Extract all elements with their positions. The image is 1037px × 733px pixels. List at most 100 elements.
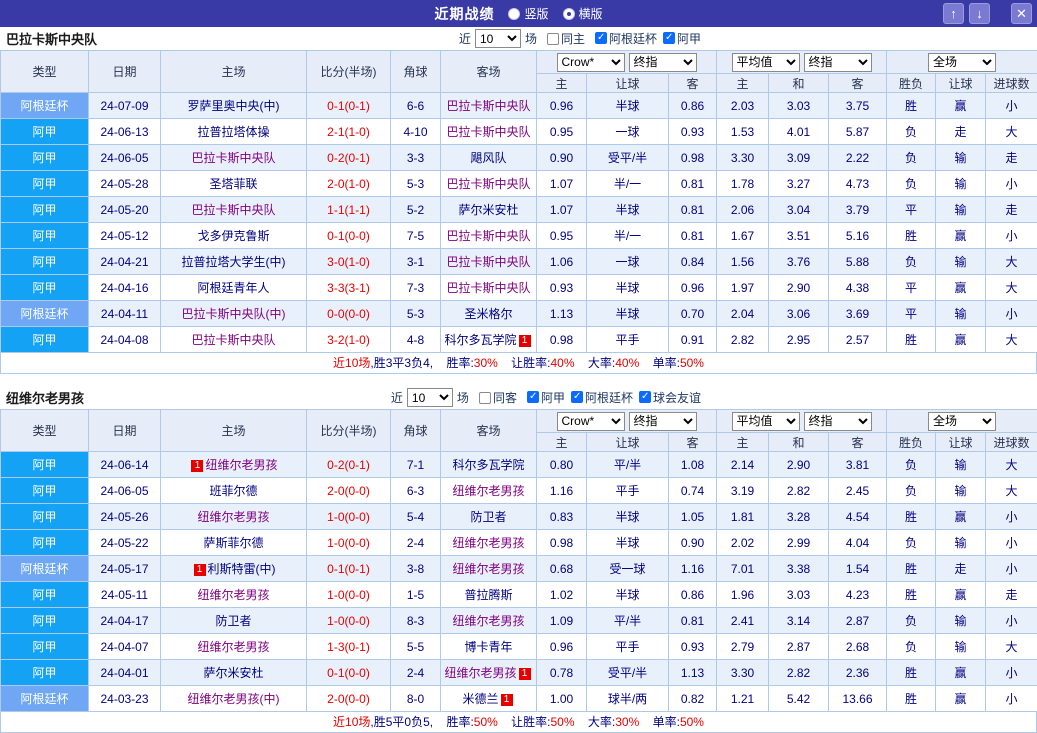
recent-count-select[interactable]: 10 [407,388,453,407]
bookmaker-select[interactable]: Crow* [557,412,625,431]
avg-away-odds: 2.45 [829,478,887,504]
recent-count-select[interactable]: 10 [475,29,521,48]
avg-away-odds: 4.54 [829,504,887,530]
match-row: 阿甲24-04-16阿根廷青年人3-3(3-1)7-3巴拉卡斯中央队0.93半球… [1,275,1037,301]
goals-result: 小 [986,686,1037,712]
league-filters: 阿甲阿根廷杯球会友谊 [521,389,701,407]
fulltime-result: 负 [887,478,936,504]
bookmaker-select[interactable]: Crow* [557,53,625,72]
match-row: 阿甲24-05-20巴拉卡斯中央队1-1(1-1)5-2萨尔米安杜1.07半球0… [1,197,1037,223]
team-section-away: 纽维尔老男孩 近 10 场 同客 阿甲阿根廷杯球会友谊 [0,386,1037,733]
away-team-name: 巴拉卡斯中央队 [446,281,530,295]
league-filter[interactable]: 阿甲 [527,389,565,406]
fulltime-result: 平 [887,301,936,327]
col-corner: 角球 [391,410,441,452]
handicap-odds-time-select[interactable]: 终指 [629,53,697,72]
away-team-cell: 巴拉卡斯中央队 [441,249,537,275]
handicap-home-odds: 1.07 [537,171,587,197]
competition-badge: 阿根廷杯 [1,556,89,582]
corner-count: 4-8 [391,327,441,353]
handicap-away-odds: 0.96 [669,275,717,301]
handicap-away-odds: 0.74 [669,478,717,504]
same-venue-label: 同客 [493,389,517,406]
match-score: 1-0(0-0) [307,608,391,634]
same-venue-filter[interactable]: 同主 [547,30,585,47]
league-filter[interactable]: 阿根廷杯 [595,30,657,47]
result-scope-select[interactable]: 全场 [928,412,996,431]
goals-result: 走 [986,197,1037,223]
away-team-name: 巴拉卡斯中央队 [446,99,530,113]
col-handicap-away: 客 [669,74,717,93]
away-team-cell: 纽维尔老男孩 [441,608,537,634]
average-odds-source-select[interactable]: 平均值 [732,412,800,431]
checkbox-icon [571,391,583,403]
handicap-line: 一球 [587,249,669,275]
col-result: 胜负 [887,74,936,93]
average-odds-source-select[interactable]: 平均值 [732,53,800,72]
league-filter[interactable]: 阿甲 [663,30,701,47]
topbar: 近期战绩 竖版 横版 ↑ ↓ ✕ [0,0,1037,27]
league-filter[interactable]: 球会友谊 [639,389,701,406]
radio-label-horizontal: 横版 [579,5,603,22]
close-button[interactable]: ✕ [1011,3,1032,24]
goals-result: 小 [986,660,1037,686]
layout-option-horizontal[interactable]: 横版 [563,5,603,22]
avg-away-odds: 3.81 [829,452,887,478]
avg-draw-odds: 3.51 [769,223,829,249]
stat-label: 大率: [588,715,615,729]
result-scope-select[interactable]: 全场 [928,53,996,72]
away-team-name: 纽维尔老男孩 [452,536,524,550]
league-filter[interactable]: 阿根廷杯 [571,389,633,406]
avg-home-odds: 2.04 [717,301,769,327]
away-team-cell: 巴拉卡斯中央队 [441,275,537,301]
same-venue-filter[interactable]: 同客 [479,389,517,406]
handicap-home-odds: 1.09 [537,608,587,634]
home-team-name: 纽维尔老男孩(中) [188,692,280,706]
away-team-name: 米德兰 [462,692,498,706]
team-section-home: 巴拉卡斯中央队 近 10 场 同主 阿根廷杯阿甲 类型 [0,27,1037,374]
handicap-away-odds: 0.84 [669,249,717,275]
competition-badge: 阿甲 [1,660,89,686]
competition-badge: 阿甲 [1,582,89,608]
corner-count: 7-3 [391,275,441,301]
handicap-away-odds: 0.93 [669,119,717,145]
corner-count: 5-5 [391,634,441,660]
match-row: 阿甲24-05-12戈多伊克鲁斯0-1(0-0)7-5巴拉卡斯中央队0.95半/… [1,223,1037,249]
match-date: 24-05-28 [89,171,161,197]
avg-home-odds: 3.19 [717,478,769,504]
col-avg-draw: 和 [769,74,829,93]
match-date: 24-03-23 [89,686,161,712]
home-team-cell: 纽维尔老男孩 [161,634,307,660]
away-team-cell: 纽维尔老男孩 [441,478,537,504]
home-team-name: 纽维尔老男孩 [197,588,269,602]
results-table: 类型 日期 主场 比分(半场) 角球 客场 Crow*终指 平均值终指 全场 [0,409,1037,712]
avg-home-odds: 2.02 [717,530,769,556]
handicap-result: 输 [936,608,986,634]
home-team-cell: 巴拉卡斯中央队 [161,145,307,171]
handicap-home-odds: 1.16 [537,478,587,504]
scroll-up-button[interactable]: ↑ [943,3,964,24]
scroll-down-button[interactable]: ↓ [969,3,990,24]
corner-count: 2-4 [391,660,441,686]
handicap-line: 半球 [587,301,669,327]
layout-option-vertical[interactable]: 竖版 [508,5,548,22]
stat-label: 胜率: [446,715,473,729]
handicap-away-odds: 0.81 [669,608,717,634]
filter-controls: 近 10 场 同客 阿甲阿根廷杯球会友谊 [391,388,701,407]
home-team-name: 拉普拉塔体操 [197,125,269,139]
average-odds-time-select[interactable]: 终指 [804,412,872,431]
competition-badge: 阿甲 [1,530,89,556]
stat-label: 胜率: [446,356,473,370]
handicap-home-odds: 1.00 [537,686,587,712]
handicap-odds-time-select[interactable]: 终指 [629,412,697,431]
away-team-name: 纽维尔老男孩 [444,666,516,680]
match-date: 24-06-14 [89,452,161,478]
panel-title: 近期战绩 [434,4,494,24]
competition-badge: 阿甲 [1,249,89,275]
avg-draw-odds: 3.04 [769,197,829,223]
average-odds-time-select[interactable]: 终指 [804,53,872,72]
corner-count: 5-3 [391,301,441,327]
match-date: 24-07-09 [89,93,161,119]
col-avg-home: 主 [717,433,769,452]
avg-home-odds: 1.81 [717,504,769,530]
